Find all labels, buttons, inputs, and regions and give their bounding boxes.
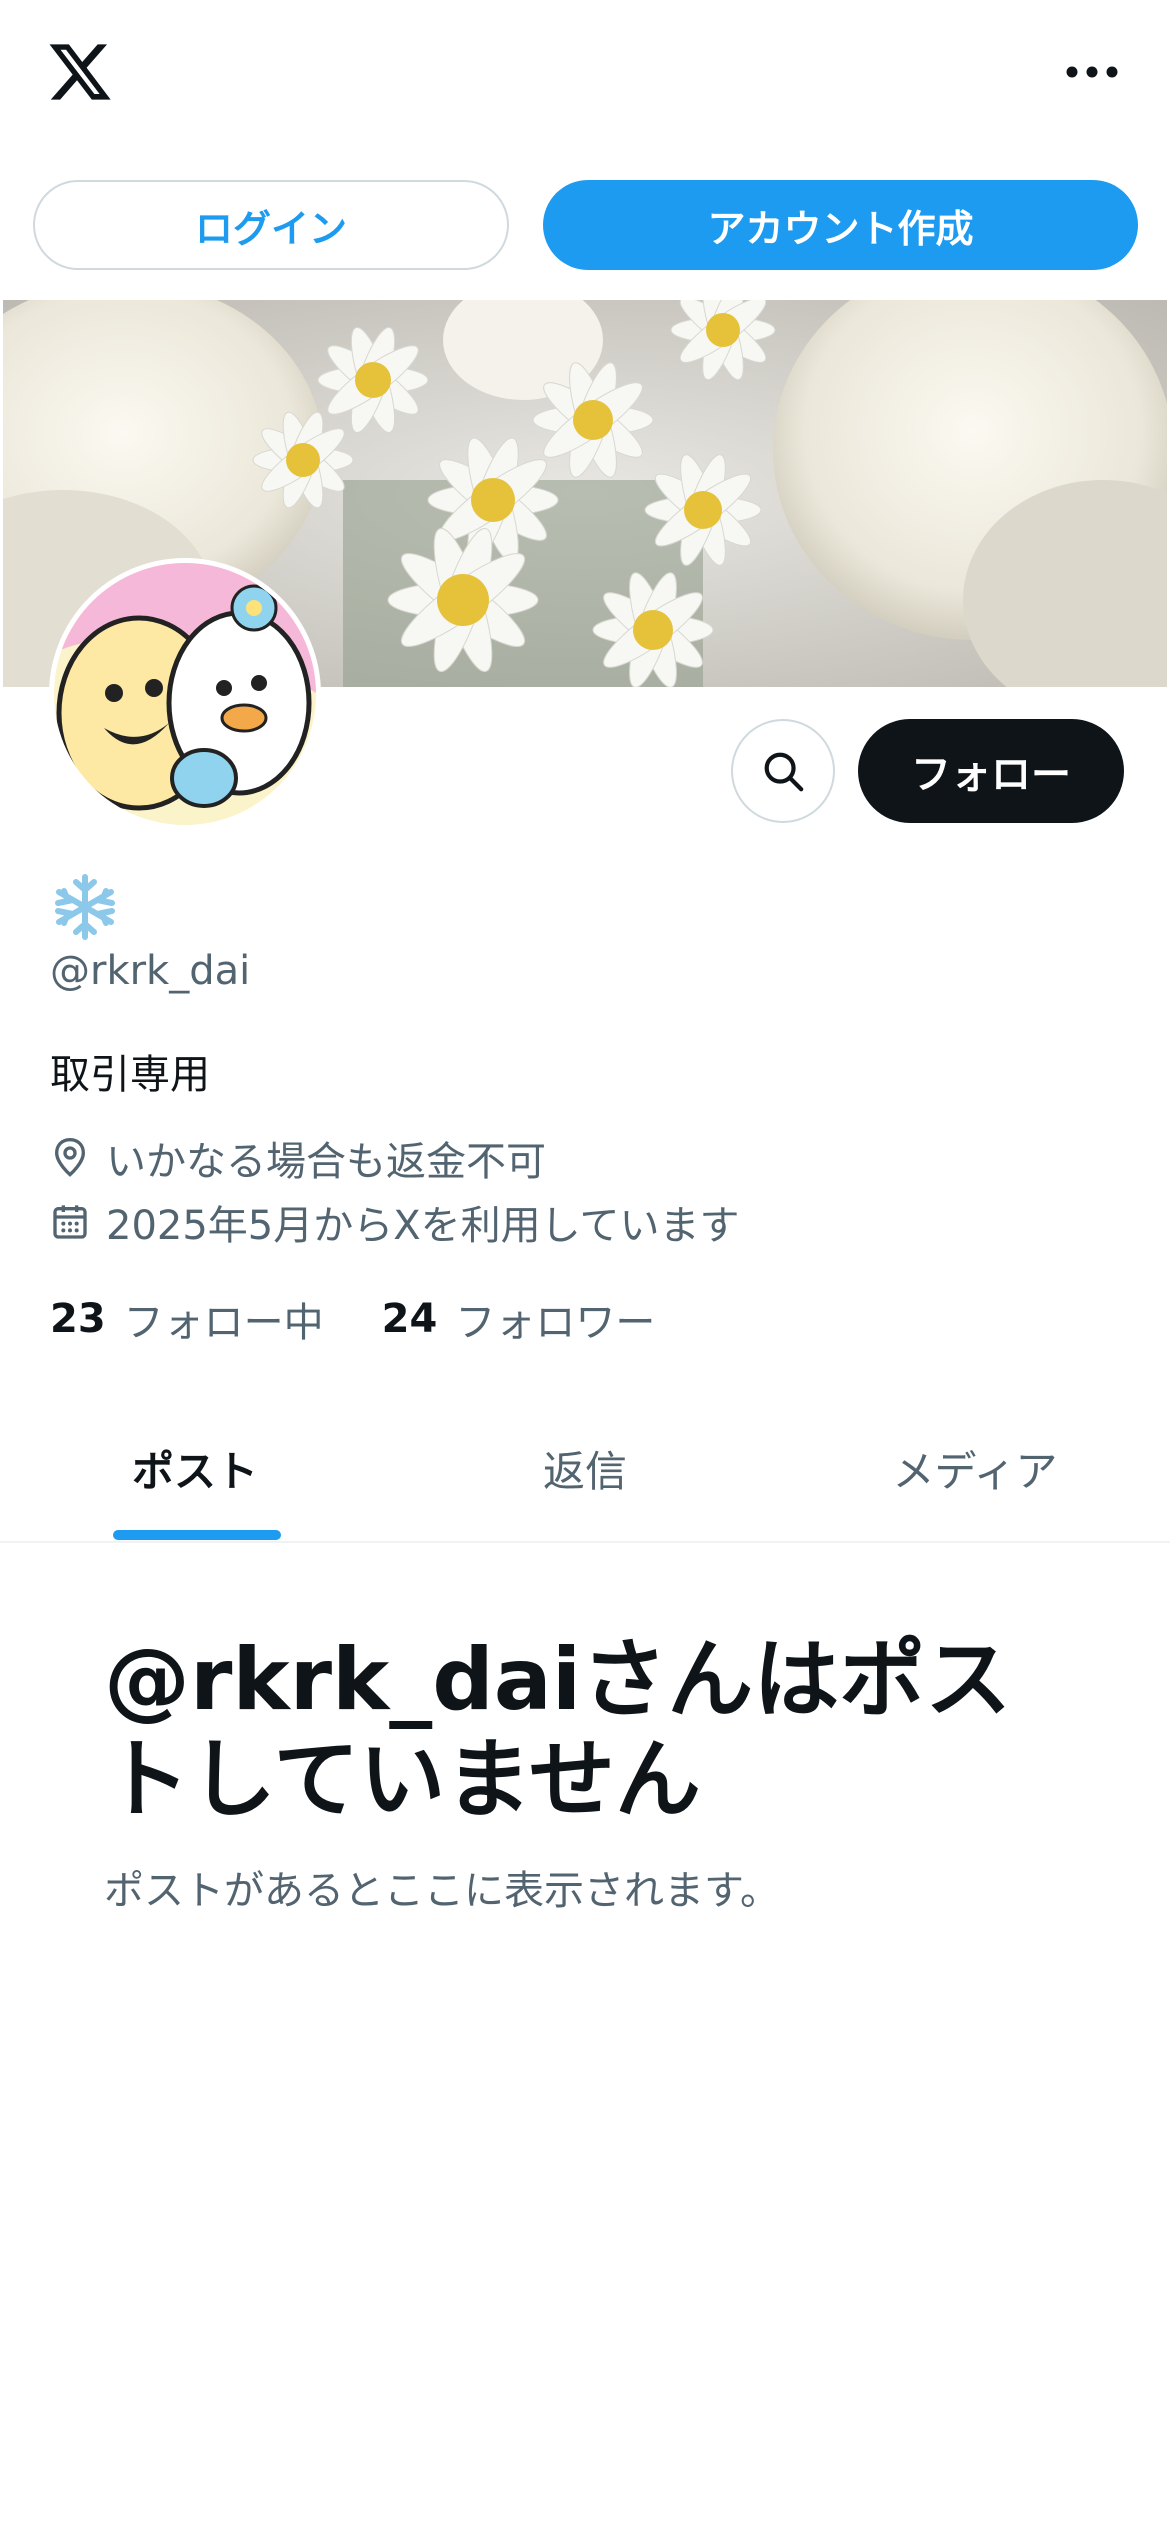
join-date-text: 2025年5月からXを利用しています [106, 1203, 740, 1249]
calendar-icon [53, 1205, 87, 1239]
active-tab-indicator [113, 1530, 281, 1540]
followers-count: 24 [381, 1296, 438, 1342]
location-pin-icon [54, 1137, 86, 1177]
empty-state-title: @rkrk_daiさんはポストしていません [104, 1630, 1012, 1830]
profile-join-date: 2025年5月からXを利用しています [50, 1196, 740, 1249]
more-options-button[interactable] [1052, 48, 1132, 96]
follow-stats: 23 フォロー中 24 フォロワー [50, 1290, 713, 1348]
followers-label: フォロワー [455, 1300, 656, 1346]
x-logo-icon[interactable] [46, 38, 114, 106]
more-horizontal-icon [1066, 66, 1118, 78]
location-text: いかなる場合も返金不可 [106, 1139, 546, 1185]
profile-avatar[interactable] [49, 558, 321, 830]
search-profile-button[interactable] [731, 719, 835, 823]
profile-handle: @rkrk_dai [50, 948, 251, 994]
create-account-button[interactable]: アカウント作成 [543, 180, 1138, 270]
empty-state-subtitle: ポストがあるとここに表示されます。 [104, 1868, 780, 1914]
search-icon [764, 752, 804, 792]
top-bar [0, 0, 1170, 150]
snowflake-icon [50, 872, 120, 942]
following-count: 23 [50, 1296, 106, 1342]
tab-posts[interactable]: ポスト [0, 1395, 390, 1541]
follow-button[interactable]: フォロー [858, 719, 1124, 823]
tab-replies[interactable]: 返信 [390, 1395, 780, 1541]
following-label: フォロー中 [123, 1300, 324, 1346]
profile-bio: 取引専用 [50, 1052, 210, 1098]
following-link[interactable]: 23 フォロー中 [50, 1290, 324, 1348]
tab-media[interactable]: メディア [780, 1395, 1170, 1541]
login-button[interactable]: ログイン [33, 180, 509, 270]
profile-location: いかなる場合も返金不可 [50, 1132, 546, 1185]
auth-buttons: ログイン アカウント作成 [0, 180, 1170, 270]
followers-link[interactable]: 24 フォロワー [382, 1290, 656, 1348]
profile-tabs: ポスト 返信 メディア [0, 1395, 1170, 1543]
